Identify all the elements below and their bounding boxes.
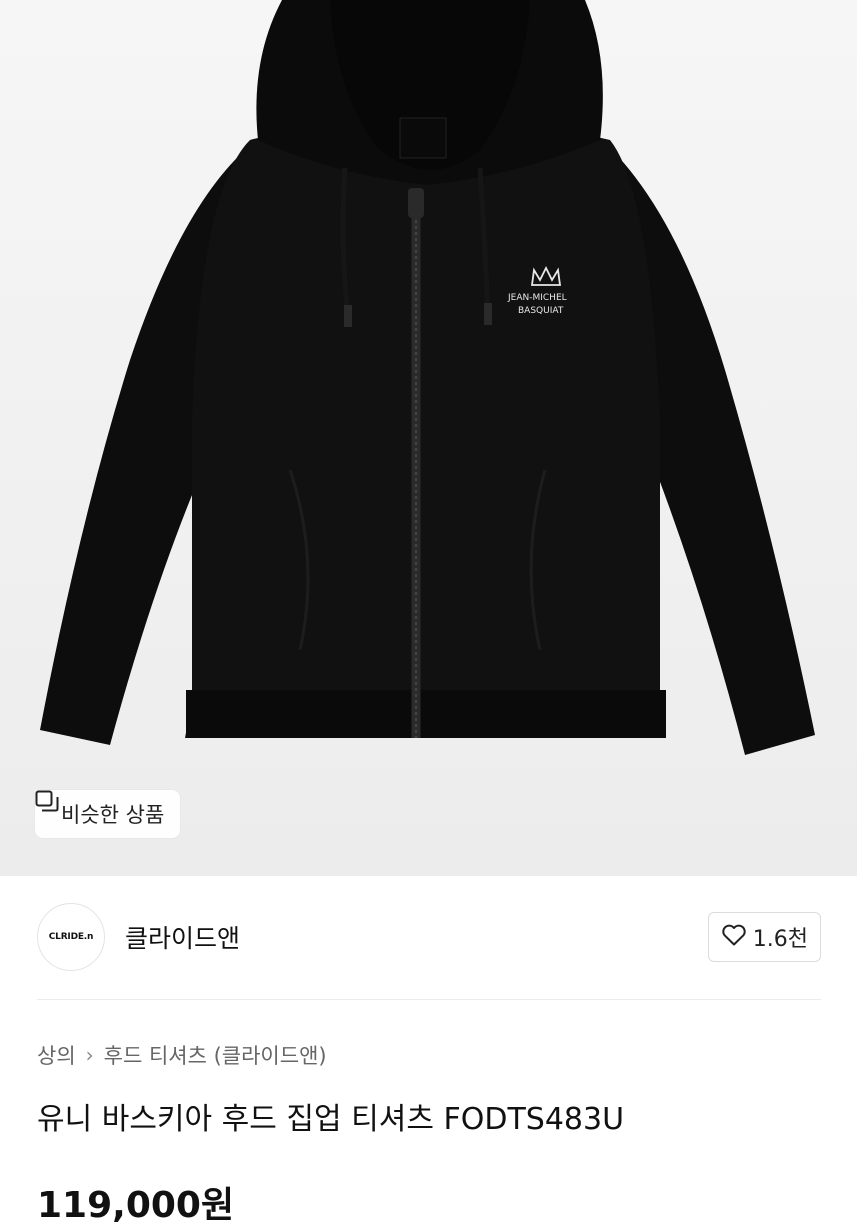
- heart-outline-icon: [721, 923, 747, 951]
- divider: [37, 999, 821, 1000]
- like-count: 1.6천: [752, 927, 808, 952]
- breadcrumb-category[interactable]: 상의: [37, 1040, 76, 1070]
- breadcrumb: 상의 › 후드 티셔츠 (클라이드앤): [37, 1038, 327, 1072]
- brand-logo[interactable]: CLRIDE.n: [37, 903, 105, 971]
- brand-row: CLRIDE.n 클라이드앤 1.6천: [37, 901, 821, 973]
- zipper-pull: [408, 188, 424, 218]
- brand-name[interactable]: 클라이드앤: [125, 919, 240, 955]
- hem-rib: [186, 690, 666, 738]
- like-button[interactable]: 1.6천: [707, 912, 821, 962]
- product-title: 유니 바스키아 후드 집업 티셔츠 FODTS483U: [37, 1102, 625, 1137]
- logo-text-line2: BASQUIAT: [518, 306, 564, 316]
- hoodie-body: [185, 134, 665, 739]
- inner-label: [399, 117, 447, 159]
- similar-items-label: 비슷한 상품: [61, 803, 165, 827]
- product-price: 119,000원: [37, 1185, 235, 1226]
- hoodie-illustration: JEAN-MICHEL BASQUIAT: [40, 0, 815, 755]
- product-image[interactable]: JEAN-MICHEL BASQUIAT 비슷한 상품: [0, 0, 857, 876]
- similar-items-button[interactable]: 비슷한 상품: [35, 790, 181, 838]
- chevron-right-icon: ›: [85, 1043, 94, 1067]
- breadcrumb-subcategory[interactable]: 후드 티셔츠 (클라이드앤): [104, 1040, 327, 1070]
- logo-text-line1: JEAN-MICHEL: [507, 293, 567, 303]
